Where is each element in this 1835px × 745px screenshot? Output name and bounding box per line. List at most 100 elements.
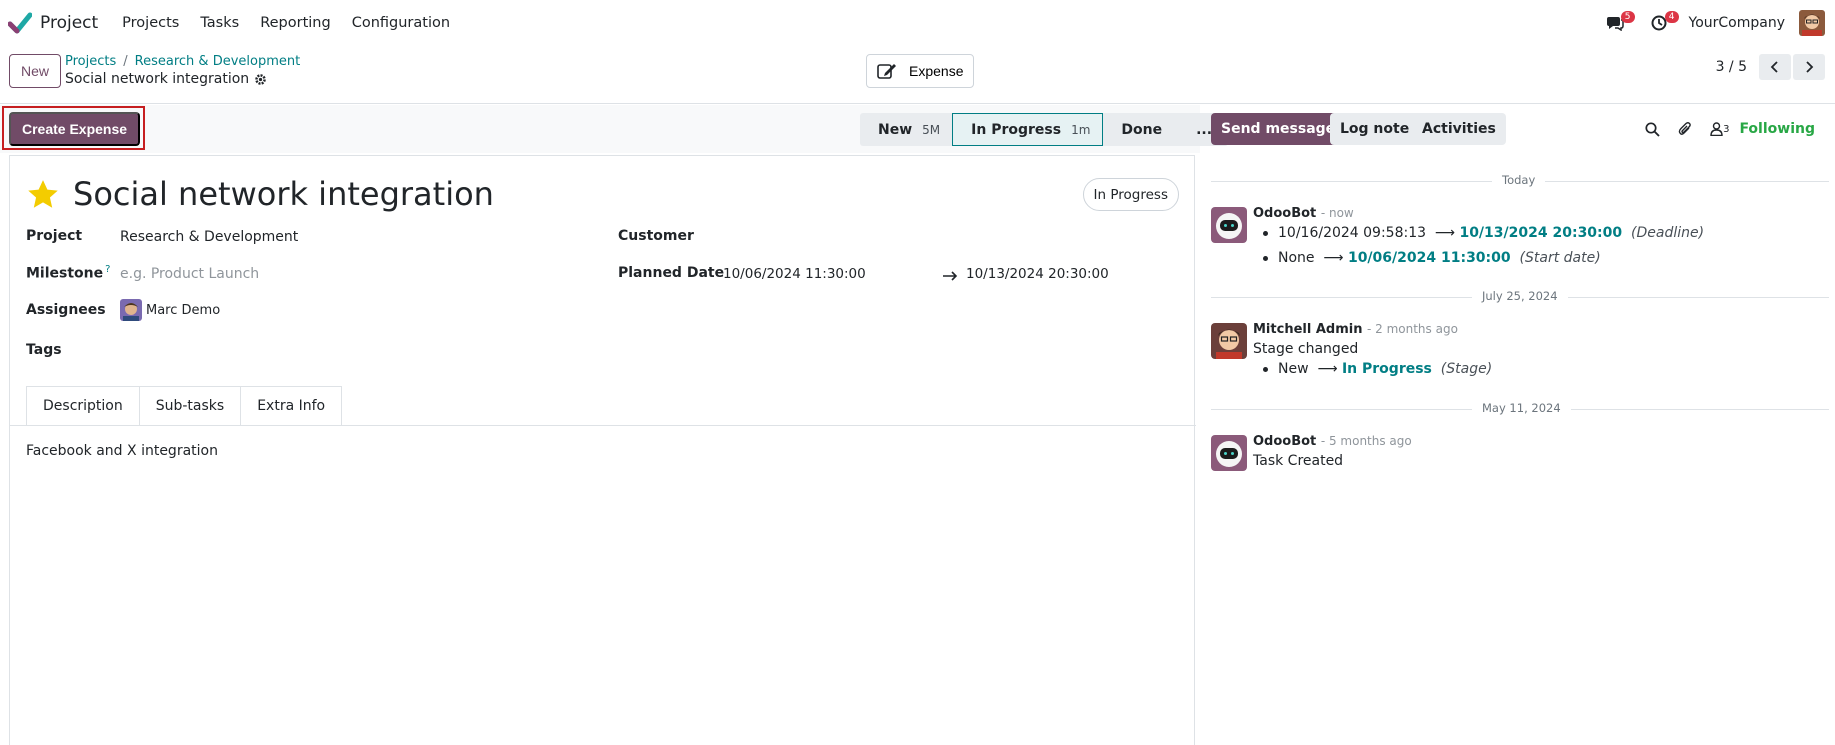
tab-sub-tasks[interactable]: Sub-tasks bbox=[138, 386, 242, 426]
tabs-divider bbox=[10, 425, 1196, 426]
milestone-help-icon[interactable]: ? bbox=[105, 264, 110, 275]
message-author-name: OdooBot bbox=[1253, 206, 1317, 221]
tracking-new-value: In Progress bbox=[1341, 361, 1432, 377]
odoobot-avatar-icon bbox=[1211, 435, 1247, 471]
notebook-tabs: Description Sub-tasks Extra Info bbox=[26, 386, 343, 426]
user-avatar-icon bbox=[1799, 10, 1825, 36]
send-message-button[interactable]: Send message bbox=[1211, 113, 1346, 145]
message-author-name: Mitchell Admin bbox=[1253, 322, 1363, 337]
task-name-field[interactable]: Social network integration bbox=[73, 175, 494, 213]
milestone-field[interactable]: e.g. Product Launch bbox=[120, 266, 259, 282]
stage-in-progress[interactable]: In Progress 1m bbox=[952, 113, 1104, 146]
tab-extra-info[interactable]: Extra Info bbox=[240, 386, 343, 426]
menu-reporting[interactable]: Reporting bbox=[260, 15, 331, 31]
tracking-new-value: 10/13/2024 20:30:00 bbox=[1459, 225, 1623, 241]
tracking-field-name: (Start date) bbox=[1519, 250, 1601, 266]
navbar-right: 5 4 YourCompany bbox=[1601, 0, 1835, 46]
tracking-old-value: New bbox=[1278, 361, 1309, 377]
following-toggle[interactable]: Following bbox=[1739, 121, 1815, 137]
app-name: Project bbox=[40, 13, 99, 33]
odoobot-avatar-icon bbox=[1211, 207, 1247, 243]
main-menu: Projects Tasks Reporting Configuration bbox=[122, 15, 471, 31]
assignee-avatar bbox=[120, 299, 142, 321]
tracking-field-name: (Stage) bbox=[1440, 361, 1493, 377]
search-messages-button[interactable] bbox=[1645, 121, 1660, 137]
date-separator-today: Today bbox=[1492, 173, 1546, 187]
log-note-button[interactable]: Log note bbox=[1330, 113, 1420, 145]
tracking-value-deadline: 10/16/2024 09:58:13 ⟶ 10/13/2024 20:30:0… bbox=[1263, 225, 1704, 241]
pencil-square-icon bbox=[877, 64, 896, 79]
messages-button[interactable]: 5 bbox=[1601, 9, 1635, 37]
pager-previous-button[interactable] bbox=[1759, 54, 1791, 80]
message-time: - 2 months ago bbox=[1366, 322, 1458, 336]
record-title-text: Social network integration bbox=[65, 71, 250, 87]
priority-star-icon[interactable] bbox=[26, 178, 60, 212]
highlight-annotation bbox=[2, 106, 145, 150]
chatter-tools: 3 Following bbox=[1627, 113, 1815, 145]
message-body: Stage changed bbox=[1253, 341, 1359, 357]
message-author: OdooBot - 5 months ago bbox=[1253, 434, 1412, 449]
breadcrumb-separator: / bbox=[123, 54, 128, 69]
customer-label: Customer bbox=[618, 228, 694, 244]
pager-next-button[interactable] bbox=[1793, 54, 1825, 80]
chevron-right-icon bbox=[1806, 61, 1814, 73]
planned-date-label: Planned Date bbox=[618, 265, 725, 281]
date-separator-july: July 25, 2024 bbox=[1472, 289, 1568, 303]
project-label: Project bbox=[26, 228, 83, 244]
stage-new-count: 5M bbox=[922, 122, 941, 137]
app-brand[interactable]: Project bbox=[8, 12, 98, 34]
breadcrumb-research-development[interactable]: Research & Development bbox=[135, 54, 301, 69]
stage-done-label: Done bbox=[1121, 121, 1163, 138]
breadcrumb-projects[interactable]: Projects bbox=[65, 54, 116, 69]
planned-date-start-field[interactable]: 10/06/2024 11:30:00 bbox=[723, 266, 866, 282]
description-editor[interactable]: Facebook and X integration bbox=[26, 443, 218, 459]
tracking-value-stage: New ⟶ In Progress (Stage) bbox=[1263, 361, 1492, 377]
assignee-avatar-icon bbox=[120, 299, 142, 321]
stage-in-progress-count: 1m bbox=[1071, 122, 1091, 137]
message-time: - now bbox=[1320, 206, 1354, 220]
expense-smart-button[interactable]: Expense bbox=[866, 54, 975, 88]
attachments-button[interactable] bbox=[1678, 121, 1692, 137]
project-app-icon bbox=[8, 12, 32, 34]
gear-icon[interactable] bbox=[254, 73, 267, 86]
tracking-new-value: 10/06/2024 11:30:00 bbox=[1347, 250, 1511, 266]
stage-done[interactable]: Done bbox=[1103, 113, 1179, 146]
stage-new-label: New bbox=[878, 121, 913, 138]
followers-count: 3 bbox=[1723, 123, 1730, 135]
assignees-label: Assignees bbox=[26, 302, 106, 318]
pager-value[interactable]: 3 / 5 bbox=[1716, 59, 1747, 75]
tracking-field-name: (Deadline) bbox=[1631, 225, 1705, 241]
planned-date-end-field[interactable]: 10/13/2024 20:30:00 bbox=[966, 266, 1109, 282]
company-switcher[interactable]: YourCompany bbox=[1689, 15, 1786, 31]
milestone-label: Milestone? bbox=[26, 264, 110, 282]
form-sheet: Social network integration In Progress P… bbox=[9, 155, 1196, 745]
tracking-value-start-date: None ⟶ 10/06/2024 11:30:00 (Start date) bbox=[1263, 250, 1601, 266]
mitchell-avatar-icon bbox=[1211, 323, 1247, 359]
record-title: Social network integration bbox=[65, 71, 267, 87]
bullet bbox=[1263, 366, 1268, 372]
stage-bar: New 5M In Progress 1m Done ... bbox=[860, 113, 1229, 146]
followers-button[interactable]: 3 bbox=[1710, 122, 1729, 136]
task-state-button[interactable]: In Progress bbox=[1082, 178, 1179, 211]
activities-button-chatter[interactable]: Activities bbox=[1412, 113, 1506, 145]
arrow-right-icon bbox=[943, 271, 958, 281]
menu-tasks[interactable]: Tasks bbox=[200, 15, 239, 31]
user-avatar[interactable] bbox=[1799, 10, 1825, 36]
bullet bbox=[1263, 255, 1268, 261]
tags-label: Tags bbox=[26, 342, 62, 358]
stage-in-progress-label: In Progress bbox=[971, 121, 1062, 138]
bullet bbox=[1263, 230, 1268, 236]
stage-new[interactable]: New 5M bbox=[860, 113, 953, 146]
control-panel: New Projects / Research & Development Soci… bbox=[0, 46, 1835, 104]
tab-description[interactable]: Description bbox=[26, 386, 140, 426]
menu-projects[interactable]: Projects bbox=[122, 15, 179, 31]
menu-configuration[interactable]: Configuration bbox=[352, 15, 450, 31]
message-avatar-odoobot bbox=[1211, 435, 1247, 471]
expense-label: Expense bbox=[909, 63, 964, 79]
message-author: Mitchell Admin - 2 months ago bbox=[1253, 322, 1458, 337]
project-field[interactable]: Research & Development bbox=[120, 229, 298, 245]
assignee-name[interactable]: Marc Demo bbox=[146, 303, 220, 318]
new-record-button[interactable]: New bbox=[9, 54, 62, 88]
paperclip-icon bbox=[1678, 122, 1691, 135]
activities-button[interactable]: 4 bbox=[1645, 9, 1679, 37]
